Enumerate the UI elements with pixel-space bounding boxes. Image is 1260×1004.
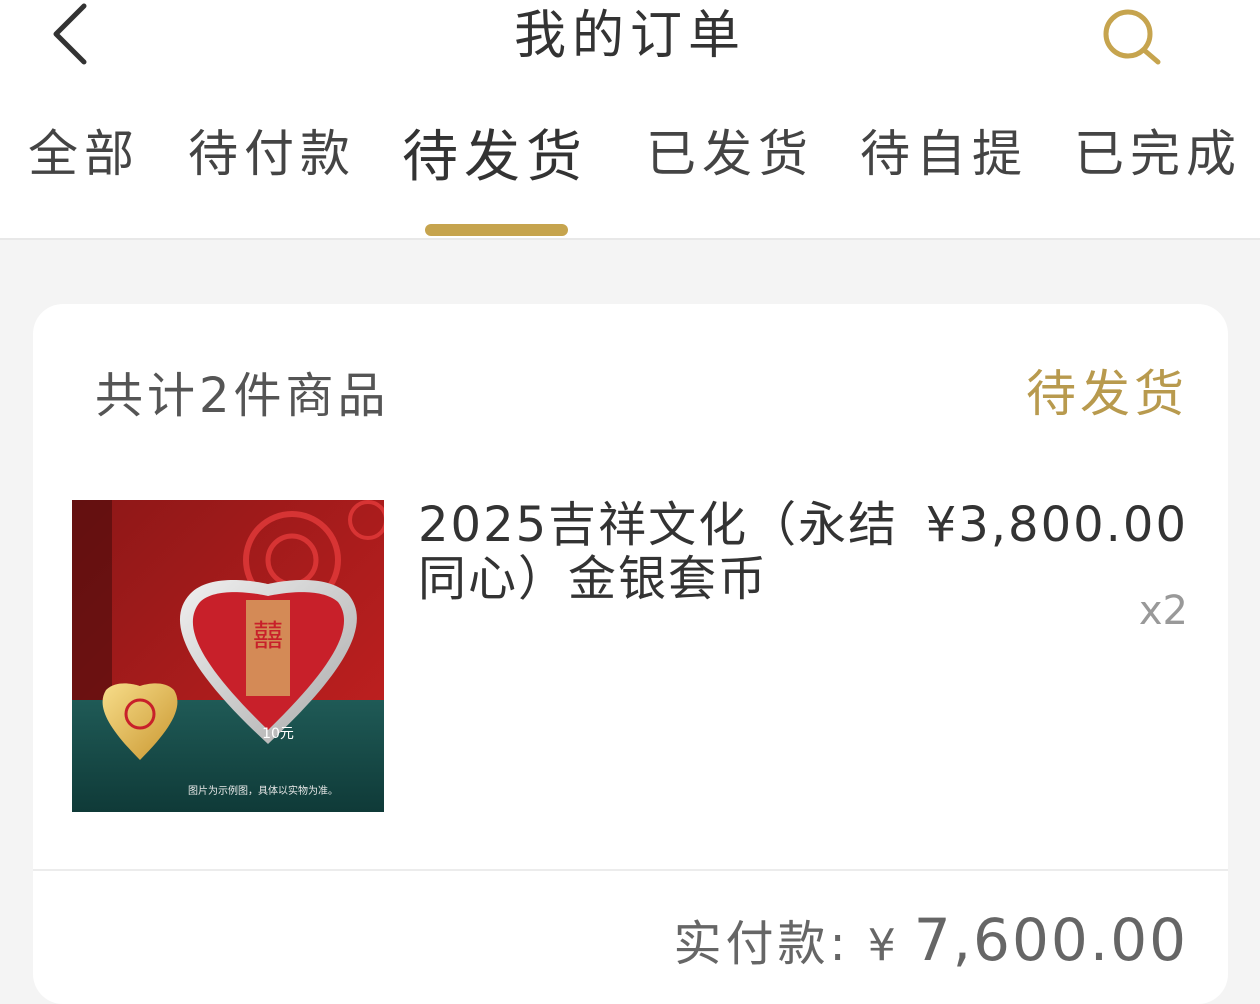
coin-large-symbol: 囍 <box>253 619 283 654</box>
order-card[interactable]: 共计2件商品 待发货 囍 10元 图片为示例图，具体以实物为准。 2025吉祥文… <box>33 304 1228 1004</box>
active-tab-indicator <box>425 224 568 236</box>
tab-completed[interactable]: 已完成 <box>1074 118 1242 190</box>
item-count-text: 共计2件商品 <box>95 368 390 424</box>
product-price: ¥3,800.00 <box>925 497 1188 553</box>
total-row: 实付款: ¥7,600.00 <box>674 904 1188 974</box>
tab-shipped[interactable]: 已发货 <box>646 118 814 190</box>
search-button[interactable] <box>1096 0 1168 72</box>
product-name[interactable]: 2025吉祥文化（永结同心）金银套币 <box>418 498 908 606</box>
product-quantity: x2 <box>1138 588 1188 634</box>
total-label: 实付款: <box>673 916 850 972</box>
coin-large-denomination: 10元 <box>262 726 294 742</box>
top-bar: 我的订单 全部 待付款 待发货 已发货 待自提 已完成 <box>0 0 1260 240</box>
tab-pending-pickup[interactable]: 待自提 <box>860 118 1028 190</box>
page-title: 我的订单 <box>513 6 746 66</box>
order-status: 待发货 <box>1026 365 1188 423</box>
tab-pending-shipment[interactable]: 待发货 <box>402 122 588 194</box>
product-image[interactable]: 囍 10元 图片为示例图，具体以实物为准。 <box>72 500 388 812</box>
image-caption: 图片为示例图，具体以实物为准。 <box>188 784 338 797</box>
total-amount: 7,600.00 <box>913 906 1188 974</box>
tab-pending-payment[interactable]: 待付款 <box>188 118 356 190</box>
search-icon <box>1103 9 1161 65</box>
divider <box>33 869 1228 871</box>
total-currency: ¥ <box>867 920 896 971</box>
tab-all[interactable]: 全部 <box>28 118 140 190</box>
